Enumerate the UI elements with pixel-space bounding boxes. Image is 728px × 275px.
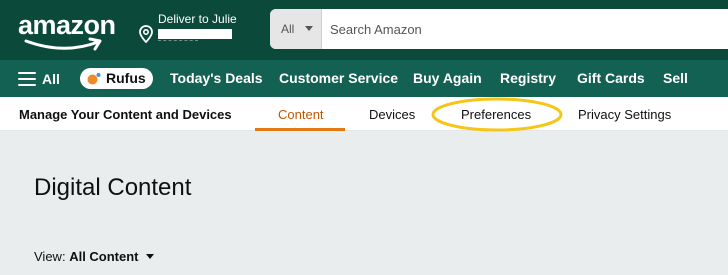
redacted-address-underline xyxy=(158,40,198,42)
subnav-title[interactable]: Manage Your Content and Devices xyxy=(19,107,232,122)
main-nav: All Rufus Today's Deals Customer Service… xyxy=(0,60,728,97)
tab-privacy-settings[interactable]: Privacy Settings xyxy=(578,107,671,122)
hamburger-icon xyxy=(18,72,36,86)
nav-link-todays-deals[interactable]: Today's Deals xyxy=(170,69,263,87)
tab-devices[interactable]: Devices xyxy=(369,107,415,122)
page-title: Digital Content xyxy=(34,174,192,201)
nav-link-gift-cards[interactable]: Gift Cards xyxy=(577,69,645,87)
search-input[interactable] xyxy=(322,9,728,49)
smile-arrow-icon xyxy=(24,37,102,51)
view-filter[interactable]: View: All Content xyxy=(34,249,155,264)
top-header: amazon Deliver to Julie All xyxy=(0,0,728,60)
deliver-label: Deliver to Julie xyxy=(158,12,237,26)
redacted-address xyxy=(158,29,232,39)
nav-link-customer-service[interactable]: Customer Service xyxy=(279,69,398,87)
view-label: View: xyxy=(34,249,66,264)
search-category-select[interactable]: All xyxy=(270,9,322,49)
caret-down-icon xyxy=(305,26,313,31)
tab-content[interactable]: Content xyxy=(278,107,324,122)
content-subnav: Manage Your Content and Devices Content … xyxy=(0,97,728,131)
rufus-button[interactable]: Rufus xyxy=(80,68,153,89)
caret-down-icon xyxy=(146,254,155,259)
nav-link-sell[interactable]: Sell xyxy=(663,69,688,87)
search-category-label: All xyxy=(281,22,295,36)
highlight-circle-annotation xyxy=(431,97,563,132)
nav-link-registry[interactable]: Registry xyxy=(500,69,556,87)
view-value: All Content xyxy=(69,249,139,264)
logo-text: amazon xyxy=(18,10,116,40)
deliver-to[interactable]: Deliver to Julie xyxy=(138,12,258,48)
rufus-label: Rufus xyxy=(106,70,146,86)
active-tab-indicator xyxy=(255,128,345,131)
search-bar: All xyxy=(270,9,728,49)
nav-link-buy-again[interactable]: Buy Again xyxy=(413,69,482,87)
all-menu-label: All xyxy=(42,71,60,87)
location-pin-icon xyxy=(139,25,153,43)
rufus-icon xyxy=(87,73,101,85)
amazon-logo[interactable]: amazon xyxy=(18,10,118,52)
